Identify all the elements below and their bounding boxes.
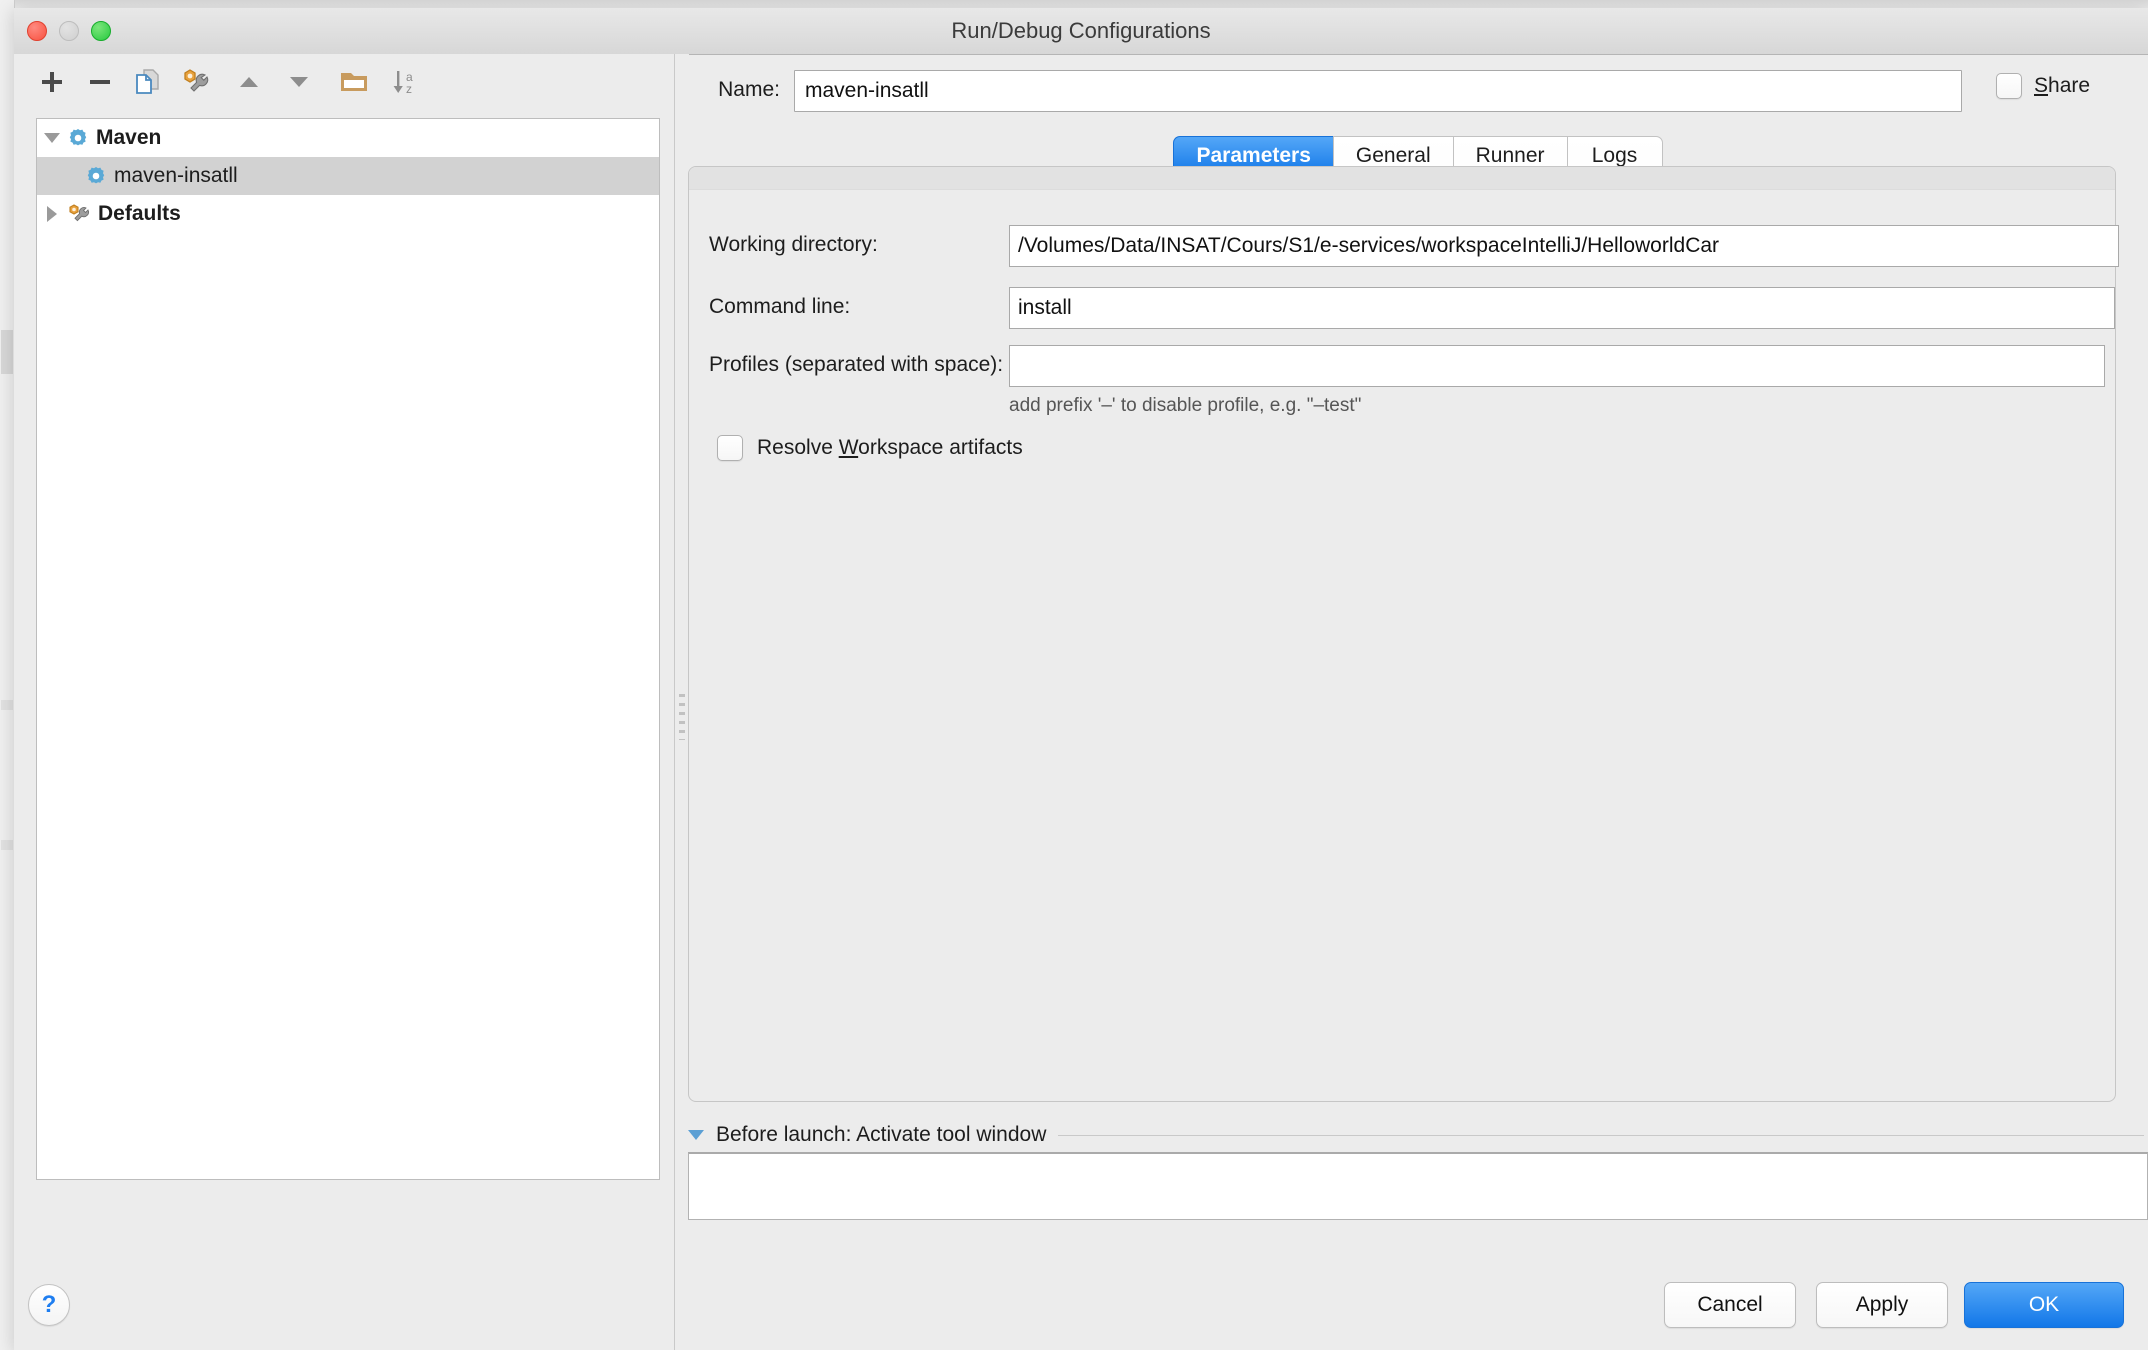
- apply-button[interactable]: Apply: [1816, 1282, 1948, 1328]
- resolve-workspace-mnemonic: W: [838, 436, 859, 459]
- command-line-input[interactable]: [1009, 287, 2115, 329]
- working-directory-row: Working directory:: [689, 225, 2119, 267]
- parameters-panel: Working directory: Command line: Profile…: [688, 166, 2119, 1102]
- before-launch-twisty-icon[interactable]: [688, 1130, 704, 1140]
- remove-configuration-button[interactable]: [80, 62, 120, 102]
- folder-icon: [341, 73, 367, 91]
- cancel-button[interactable]: Cancel: [1664, 1282, 1796, 1328]
- dialog-footer: ? Cancel Apply OK: [14, 1262, 2148, 1350]
- copy-configuration-button[interactable]: [128, 62, 168, 102]
- configuration-editor-pane: Name: Share Parameters General Runner Lo…: [688, 54, 2148, 1350]
- run-debug-configurations-dialog: Run/Debug Configurations a z Maven maven…: [14, 8, 2148, 1350]
- name-row: Name: Share: [688, 70, 2148, 118]
- profiles-row: Profiles (separated with space):: [689, 345, 2115, 387]
- resolve-workspace-row: Resolve Workspace artifacts: [689, 435, 2115, 477]
- resolve-workspace-label-suffix: orkspace artifacts: [858, 436, 1023, 459]
- maven-gear-icon: [85, 165, 107, 187]
- twisty-collapsed-icon[interactable]: [37, 206, 67, 222]
- dialog-titlebar: Run/Debug Configurations: [14, 8, 2148, 55]
- splitter-grip-icon[interactable]: [679, 694, 685, 740]
- before-launch-task-list[interactable]: [688, 1152, 2148, 1220]
- name-label: Name:: [718, 78, 780, 101]
- working-directory-input[interactable]: [1009, 225, 2119, 267]
- twisty-expanded-icon[interactable]: [37, 133, 67, 143]
- share-checkbox[interactable]: [1996, 73, 2022, 99]
- configurations-toolbar: a z: [14, 54, 674, 110]
- panel-header-strip: [689, 167, 2115, 190]
- copy-icon: [136, 69, 159, 94]
- resolve-workspace-label: Resolve Workspace artifacts: [757, 436, 1023, 460]
- edit-defaults-button[interactable]: [176, 62, 216, 102]
- share-label: Share: [2034, 74, 2090, 98]
- configurations-tree[interactable]: Maven maven-insatll Defaults: [36, 118, 660, 1180]
- resolve-workspace-checkbox-row[interactable]: Resolve Workspace artifacts: [717, 435, 1023, 461]
- working-directory-label: Working directory:: [709, 233, 878, 256]
- profiles-hint-text: add prefix '–' to disable profile, e.g. …: [1009, 395, 1362, 416]
- move-down-button[interactable]: [279, 62, 319, 102]
- profiles-label: Profiles (separated with space):: [709, 353, 1004, 376]
- resolve-workspace-label-prefix: Resolve: [757, 436, 839, 459]
- move-up-button[interactable]: [229, 62, 269, 102]
- sort-az-icon: a z: [393, 70, 413, 96]
- minus-icon: [90, 80, 110, 84]
- ok-button[interactable]: OK: [1964, 1282, 2124, 1328]
- before-launch-title: Before launch: Activate tool window: [716, 1123, 1047, 1146]
- tree-node-label: Maven: [96, 126, 162, 149]
- maven-gear-icon: [67, 127, 89, 149]
- profiles-hint-row: add prefix '–' to disable profile, e.g. …: [689, 395, 2115, 423]
- command-line-label: Command line:: [709, 295, 851, 318]
- profiles-input[interactable]: [1009, 345, 2105, 387]
- tree-node-maven-insatll[interactable]: maven-insatll: [37, 157, 659, 195]
- triangle-down-icon: [290, 77, 308, 87]
- pane-splitter[interactable]: [674, 54, 689, 1350]
- dialog-title: Run/Debug Configurations: [951, 18, 1211, 43]
- plus-icon: [42, 72, 62, 92]
- tree-node-label: maven-insatll: [114, 164, 238, 187]
- tree-node-label: Defaults: [98, 202, 181, 225]
- defaults-wrench-icon: [67, 203, 91, 225]
- help-button[interactable]: ?: [28, 1284, 70, 1326]
- name-input[interactable]: [794, 70, 1962, 112]
- before-launch-divider: [1058, 1134, 2144, 1136]
- command-line-row: Command line:: [689, 287, 2115, 329]
- share-checkbox-row[interactable]: Share: [1996, 73, 2090, 99]
- background-window-left-strip: [0, 0, 15, 1350]
- add-configuration-button[interactable]: [32, 62, 72, 102]
- wrench-icon: [184, 69, 209, 92]
- background-window-bottom-text: [640, 1338, 1840, 1350]
- triangle-up-icon: [240, 77, 258, 87]
- share-label-suffix: hare: [2048, 74, 2091, 97]
- tree-node-maven[interactable]: Maven: [37, 119, 659, 157]
- share-mnemonic: S: [2034, 74, 2049, 97]
- tree-node-defaults[interactable]: Defaults: [37, 195, 659, 233]
- configurations-left-pane: a z Maven maven-insatll Defaults: [14, 54, 674, 1350]
- sort-configurations-button[interactable]: a z: [384, 62, 424, 102]
- new-folder-button[interactable]: [334, 62, 374, 102]
- resolve-workspace-checkbox[interactable]: [717, 435, 743, 461]
- before-launch-header[interactable]: Before launch: Activate tool window: [688, 1118, 2148, 1152]
- svg-text:z: z: [406, 82, 412, 96]
